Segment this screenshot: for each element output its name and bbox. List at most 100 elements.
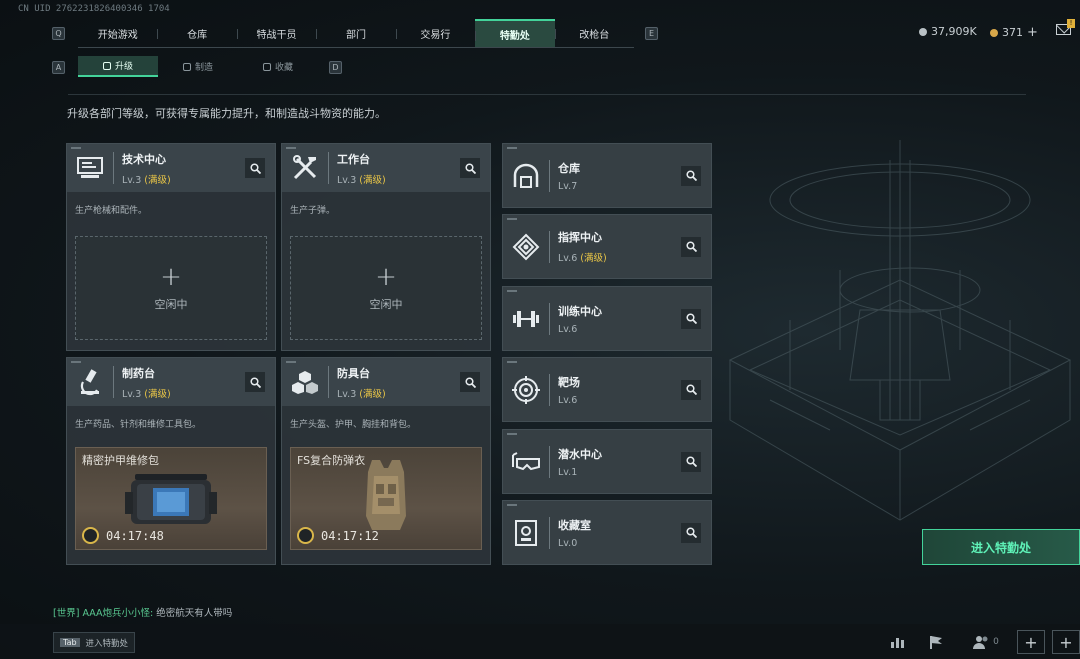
search-icon[interactable] — [460, 158, 480, 178]
tab-operators[interactable]: 特战干员 — [236, 19, 316, 47]
silver-currency: 37,909K — [919, 25, 977, 38]
computer-icon — [67, 144, 113, 192]
search-icon[interactable] — [460, 372, 480, 392]
production-slot[interactable]: 精密护甲维修包 04:17:48 — [75, 447, 267, 550]
bottom-bar — [0, 624, 1080, 659]
search-icon[interactable] — [681, 379, 701, 400]
collection-icon — [262, 62, 271, 71]
facility-title: 防具台 — [337, 366, 370, 380]
chat-message[interactable]: [世界] AAA炮兵小小怪: 绝密航天有人带吗 — [53, 605, 232, 619]
idle-slot[interactable]: + 空闲中 — [290, 236, 482, 340]
search-icon[interactable] — [245, 372, 265, 392]
production-timer: 04:17:12 — [321, 529, 379, 543]
main-nav: 开始游戏 仓库 特战干员 部门 交易行 特勤处 改枪台 — [78, 19, 634, 48]
facility-level: Lv.3 — [122, 174, 142, 186]
facility-level: Lv.3 — [337, 388, 357, 400]
facility-level: Lv.3 — [122, 388, 142, 400]
nav-next-key[interactable]: E — [645, 27, 658, 40]
tab-start-game[interactable]: 开始游戏 — [78, 19, 157, 47]
search-icon[interactable] — [245, 158, 265, 178]
facility-card-pharmacy[interactable]: 制药台 Lv.3 (满级) 生产药品、针剂和维修工具包。 精密护甲维修包 04:… — [66, 357, 276, 565]
facility-max-label: (满级) — [359, 388, 386, 400]
subtab-collection[interactable]: 收藏 — [238, 56, 318, 77]
facility-card-tech-center[interactable]: 技术中心 Lv.3 (满级) 生产枪械和配件。 + 空闲中 — [66, 143, 276, 351]
chat-channel: [世界] — [53, 608, 80, 619]
facility-max-label: (满级) — [144, 174, 171, 186]
player-uid: CN UID 2762231826400346 1704 — [18, 4, 170, 14]
tab-warehouse[interactable]: 仓库 — [157, 19, 236, 47]
stats-icon[interactable] — [887, 632, 909, 652]
microscope-icon — [67, 358, 113, 406]
department-card-command[interactable]: 指挥中心 Lv.6 (满级) — [502, 214, 712, 279]
subnav-next-key[interactable]: D — [329, 61, 342, 74]
search-icon[interactable] — [681, 236, 701, 257]
subtab-upgrade-label: 升级 — [114, 62, 133, 72]
tab-key-badge: Tab — [60, 638, 80, 647]
add-currency-button[interactable]: + — [1027, 25, 1038, 40]
cubes-icon — [282, 358, 328, 406]
diving-mask-icon — [503, 438, 549, 486]
tab-gunsmith[interactable]: 改枪台 — [554, 19, 634, 47]
users-icon — [973, 636, 988, 649]
chat-text: 绝密航天有人带吗 — [156, 608, 233, 619]
facility-description: 生产头盔、护甲、胸挂和背包。 — [290, 420, 417, 430]
department-max-label: (满级) — [580, 253, 607, 264]
facility-max-label: (满级) — [359, 174, 386, 186]
divider — [68, 94, 1026, 95]
facility-title: 技术中心 — [122, 152, 166, 166]
sub-nav: 升级 制造 收藏 — [78, 56, 318, 77]
department-card-diving[interactable]: 潜水中心 Lv.1 — [502, 429, 712, 494]
idle-slot[interactable]: + 空闲中 — [75, 236, 267, 340]
flag-icon[interactable] — [925, 632, 947, 652]
facility-card-workbench[interactable]: 工作台 Lv.3 (满级) 生产子弹。 + 空闲中 — [281, 143, 491, 351]
department-title: 仓库 — [558, 161, 580, 175]
facility-title: 工作台 — [337, 152, 370, 166]
upgrade-icon — [102, 61, 111, 70]
warehouse-icon — [503, 152, 549, 200]
tab-enter-special-ops[interactable]: Tab 进入特勤处 — [53, 632, 136, 653]
search-icon[interactable] — [681, 308, 701, 329]
tab-key-label: 进入特勤处 — [85, 638, 129, 649]
facility-description: 生产子弹。 — [290, 206, 336, 216]
department-card-collection-room[interactable]: 收藏室 Lv.0 — [502, 500, 712, 565]
department-title: 靶场 — [558, 375, 580, 389]
wrench-icon — [297, 527, 314, 544]
department-level: Lv.7 — [558, 180, 578, 192]
background-base-illustration — [728, 140, 1072, 521]
nav-prev-key[interactable]: Q — [52, 27, 65, 40]
tab-departments[interactable]: 部门 — [316, 19, 395, 47]
gold-currency: 371 + — [990, 25, 1038, 40]
search-icon[interactable] — [681, 522, 701, 543]
department-level: Lv.6 — [558, 323, 578, 335]
subnav-prev-key[interactable]: A — [52, 61, 65, 74]
add-party-button[interactable]: + — [1052, 630, 1080, 654]
subtab-craft-label: 制造 — [194, 63, 213, 73]
tab-trading[interactable]: 交易行 — [395, 19, 475, 47]
search-icon[interactable] — [681, 451, 701, 472]
plus-icon: + — [375, 262, 397, 292]
subtab-craft[interactable]: 制造 — [158, 56, 238, 77]
facility-level: Lv.3 — [337, 174, 357, 186]
subtab-upgrade[interactable]: 升级 — [78, 56, 158, 77]
department-card-warehouse[interactable]: 仓库 Lv.7 — [502, 143, 712, 208]
search-icon[interactable] — [681, 165, 701, 186]
command-icon — [503, 223, 549, 271]
add-friend-button[interactable]: + — [1017, 630, 1045, 654]
facility-card-armor-bench[interactable]: 防具台 Lv.3 (满级) 生产头盔、护甲、胸挂和背包。 FS复合防弹衣 04:… — [281, 357, 491, 565]
wrench-icon — [82, 527, 99, 544]
department-title: 训练中心 — [558, 304, 602, 318]
production-slot[interactable]: FS复合防弹衣 04:17:12 — [290, 447, 482, 550]
idle-label: 空闲中 — [154, 298, 188, 311]
silver-coin-icon — [919, 27, 927, 36]
plus-icon: + — [160, 262, 182, 292]
tools-icon — [282, 144, 328, 192]
players-count: 0 — [993, 637, 999, 647]
enter-special-ops-button[interactable]: 进入特勤处 — [922, 529, 1080, 565]
department-level: Lv.1 — [558, 466, 578, 478]
department-card-range[interactable]: 靶场 Lv.6 — [502, 357, 712, 422]
facility-title: 制药台 — [122, 366, 155, 380]
tab-special-ops[interactable]: 特勤处 — [475, 19, 555, 47]
department-title: 指挥中心 — [558, 231, 602, 244]
players-button[interactable]: 0 — [968, 632, 1004, 652]
department-card-training[interactable]: 训练中心 Lv.6 — [502, 286, 712, 351]
